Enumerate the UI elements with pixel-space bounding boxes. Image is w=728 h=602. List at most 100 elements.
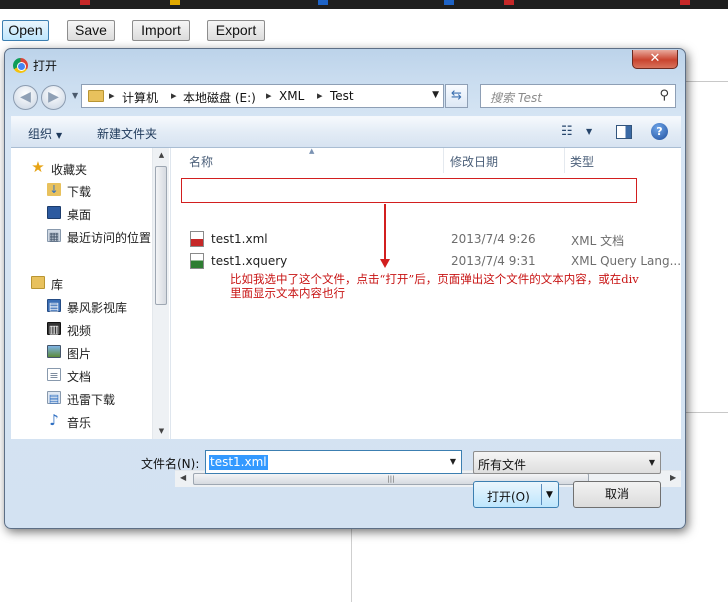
page-divider: [351, 520, 352, 602]
preview-pane-icon[interactable]: [616, 125, 632, 139]
chevron-down-icon[interactable]: ▼: [586, 127, 592, 136]
navigation-pane: ★ 收藏夹 ↓ 下载 桌面 ▦ 最近访问的位置 库 ▤ 暴风影视库 ▥ 视频 图…: [11, 148, 171, 439]
breadcrumb-separator[interactable]: ▸: [266, 89, 272, 102]
breadcrumb-computer[interactable]: 计算机: [122, 89, 158, 106]
nav-libraries[interactable]: 库: [11, 273, 161, 293]
command-toolbar: 组织 ▼ 新建文件夹 ☷ ▼ ?: [11, 116, 681, 148]
nav-documents[interactable]: ≡ 文档: [11, 365, 161, 385]
column-divider[interactable]: [443, 148, 444, 173]
nav-label: 库: [51, 278, 64, 292]
nav-pictures[interactable]: 图片: [11, 342, 161, 362]
scroll-right-icon[interactable]: ▶: [670, 473, 676, 482]
navigation-scrollbar[interactable]: ▲ ▼: [152, 148, 169, 439]
new-folder-button[interactable]: 新建文件夹: [97, 125, 157, 142]
documents-icon: ≡: [47, 368, 61, 382]
file-name: test1.xml: [211, 232, 268, 246]
back-button[interactable]: ◀: [13, 85, 38, 110]
help-icon[interactable]: ?: [651, 123, 668, 140]
column-header-date[interactable]: 修改日期: [450, 153, 498, 170]
folder-icon: [88, 90, 104, 102]
nav-baofeng-library[interactable]: ▤ 暴风影视库: [11, 296, 161, 316]
nav-label: 迅雷下载: [67, 393, 116, 407]
open-button[interactable]: 打开(O) ▼: [473, 481, 559, 508]
refresh-icon: ⇆: [451, 88, 462, 103]
breadcrumb-separator[interactable]: ▸: [317, 89, 323, 102]
scroll-down-icon[interactable]: ▼: [153, 427, 170, 435]
video-library-icon: ▤: [47, 299, 61, 313]
page-save-button[interactable]: Save: [67, 20, 115, 41]
chrome-icon: [13, 58, 28, 73]
page-divider: [686, 81, 728, 82]
close-button[interactable]: ✕: [632, 50, 678, 69]
open-file-dialog: 打开 ✕ ◀ ▶ ▼ ▸ 计算机 ▸ 本地磁盘 (E:) ▸ XML ▸ Tes…: [4, 48, 686, 529]
library-icon: [31, 276, 45, 289]
chevron-down-icon: ▼: [56, 131, 63, 140]
file-row[interactable]: test1.xml 2013/7/4 9:26 XML 文档: [185, 229, 665, 249]
file-date: 2013/7/4 9:31: [451, 254, 536, 268]
nav-label: 音乐: [67, 416, 92, 430]
scroll-up-icon[interactable]: ▲: [153, 151, 170, 159]
column-divider[interactable]: [564, 148, 565, 173]
search-placeholder: 搜索 Test: [490, 91, 543, 105]
nav-desktop[interactable]: 桌面: [11, 203, 161, 223]
desktop-icon: [47, 206, 61, 219]
nav-videos[interactable]: ▥ 视频: [11, 319, 161, 339]
nav-label: 最近访问的位置: [67, 231, 152, 245]
chevron-down-icon[interactable]: ▼: [546, 490, 553, 500]
cancel-button[interactable]: 取消: [573, 481, 661, 508]
refresh-button[interactable]: ⇆: [445, 84, 468, 108]
thunder-download-icon: ▤: [47, 391, 61, 405]
nav-thunder-downloads[interactable]: ▤ 迅雷下载: [11, 388, 161, 408]
back-arrow-icon: ◀: [20, 89, 31, 105]
open-button-label: 打开(O): [487, 490, 530, 504]
breadcrumb-separator[interactable]: ▸: [171, 89, 177, 102]
page-import-button[interactable]: Import: [132, 20, 190, 41]
search-icon[interactable]: ⚲: [659, 88, 669, 103]
page-divider: [686, 412, 728, 413]
nav-label: 暴风影视库: [67, 301, 128, 315]
breadcrumb-separator[interactable]: ▸: [109, 89, 115, 102]
music-note-icon: ♪: [49, 411, 59, 429]
nav-downloads[interactable]: ↓ 下载: [11, 180, 161, 200]
address-bar[interactable]: ▸ 计算机 ▸ 本地磁盘 (E:) ▸ XML ▸ Test ▼: [81, 84, 444, 108]
nav-music[interactable]: ♪ 音乐: [11, 411, 161, 431]
nav-label: 文档: [67, 370, 92, 384]
file-list-pane: ▲ 名称 修改日期 类型 test1.xml 2013/7/4 9:26 XML…: [171, 148, 681, 439]
scroll-left-icon[interactable]: ◀: [180, 473, 186, 482]
file-type-select[interactable]: 所有文件 ▼: [473, 451, 661, 474]
close-icon: ✕: [649, 51, 661, 66]
dialog-title: 打开: [33, 59, 58, 73]
file-type: XML Query Lang...: [571, 254, 681, 268]
organize-menu[interactable]: 组织 ▼: [28, 125, 62, 142]
file-type-value: 所有文件: [478, 458, 527, 472]
page-open-button[interactable]: Open: [2, 20, 49, 41]
organize-label: 组织: [28, 127, 53, 141]
nav-favorites[interactable]: ★ 收藏夹: [11, 158, 161, 178]
breadcrumb-xml[interactable]: XML: [279, 89, 304, 103]
chevron-down-icon[interactable]: ▼: [649, 458, 655, 467]
search-input[interactable]: 搜索 Test ⚲: [480, 84, 676, 108]
nav-recent-places[interactable]: ▦ 最近访问的位置: [11, 226, 161, 246]
scrollbar-thumb[interactable]: [155, 166, 167, 305]
column-header-name[interactable]: 名称: [189, 153, 213, 170]
page-export-button[interactable]: Export: [207, 20, 265, 41]
filename-input[interactable]: test1.xml ▼: [205, 450, 462, 474]
file-name: test1.xquery: [211, 254, 288, 268]
star-icon: ★: [31, 158, 45, 176]
breadcrumb-test[interactable]: Test: [330, 89, 354, 103]
xquery-file-icon: [190, 253, 204, 269]
nav-label: 桌面: [67, 208, 92, 222]
breadcrumb-local-disk[interactable]: 本地磁盘 (E:): [183, 89, 256, 106]
recent-locations-dropdown[interactable]: ▼: [72, 91, 78, 100]
xml-file-icon: [190, 231, 204, 247]
column-header-type[interactable]: 类型: [570, 153, 594, 170]
film-icon: ▥: [47, 322, 61, 336]
chevron-down-icon[interactable]: ▼: [432, 90, 439, 100]
filename-value[interactable]: test1.xml: [209, 455, 268, 470]
chevron-down-icon[interactable]: ▼: [450, 457, 456, 466]
pictures-icon: [47, 345, 61, 358]
view-options-icon[interactable]: ☷: [561, 124, 573, 139]
forward-button[interactable]: ▶: [41, 85, 66, 110]
file-row[interactable]: test1.xquery 2013/7/4 9:31 XML Query Lan…: [185, 251, 681, 271]
recent-places-icon: ▦: [47, 229, 61, 243]
